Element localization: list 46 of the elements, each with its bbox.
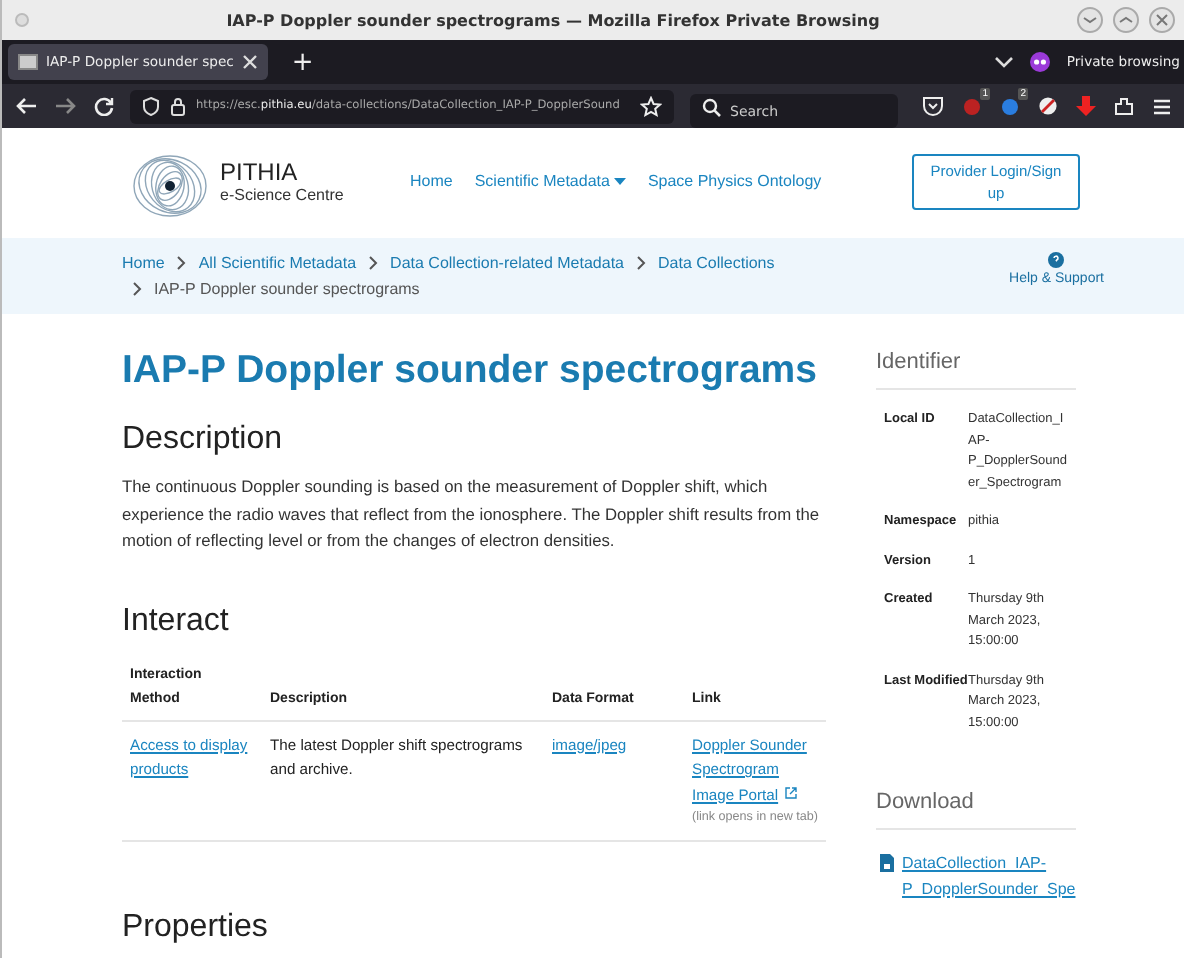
caret-icon [613,177,626,185]
star-icon[interactable] [640,95,662,117]
nav-link[interactable]: Home [410,172,453,190]
section-heading: Description [122,422,285,458]
puzzle-icon[interactable] [1114,96,1134,116]
nav-link[interactable]: Space Physics Ontology [647,172,822,190]
new-tab-button[interactable]: + [283,47,322,77]
page-title: IAP-P Doppler sounder spectrograms [122,348,819,394]
maximize-icon[interactable] [1112,6,1140,34]
file-icon [880,854,894,872]
chevron-right-icon [636,256,646,270]
breadcrumb-link[interactable]: All Scientific Metadata [198,254,357,272]
forward-icon[interactable] [54,96,78,116]
section-heading: Properties [122,910,270,946]
mask-icon [1030,52,1051,72]
lock-icon [170,96,186,116]
breadcrumb-link[interactable]: Data Collections [658,254,775,272]
down-arrow-icon[interactable] [1076,96,1096,116]
logo-subtitle: e-Science Centre [220,186,344,204]
back-icon[interactable] [14,96,38,116]
logo-title: PITHIA [220,158,300,186]
breadcrumb-link[interactable]: Home [122,254,165,272]
window-title: IAP-P Doppler sounder spectrograms — Mozilla Firefox Private Browsing [224,11,882,29]
external-link-icon [784,785,799,799]
page-icon [18,54,38,70]
close-icon[interactable] [1148,6,1176,34]
reload-icon[interactable] [94,96,114,116]
section-heading: Interact [122,603,231,639]
sidebar-heading: Identifier [876,350,1076,390]
extension-icon[interactable] [1038,96,1058,116]
shield-icon [142,96,160,116]
chevron-right-icon [132,282,142,296]
sidebar-heading: Download [876,790,1076,830]
search-icon [702,97,722,117]
help-icon [1048,251,1065,267]
chevron-right-icon [176,256,187,270]
chevron-down-icon[interactable] [994,54,1015,70]
breadcrumb-current: IAP-P Doppler sounder spectrograms [154,280,420,298]
nav-link[interactable]: Scientific Metadata [474,172,626,190]
description-text: The continuous Doppler sounding is based on the measurement of Doppler shift, which experience the radio waves that reflect from the ionosphere. The Doppler shift results from the motion of reflecting level or from the changes of electron densities. [122,474,822,554]
download-link[interactable]: DataCollection_IAP-P_DopplerSounder_Spe [902,850,1076,902]
menu-icon[interactable] [1152,97,1172,115]
minimize-icon[interactable] [1076,6,1104,34]
pocket-icon[interactable] [922,96,944,116]
chevron-right-icon [368,256,379,270]
breadcrumb-link[interactable]: Data Collection-related Metadata [390,254,624,272]
